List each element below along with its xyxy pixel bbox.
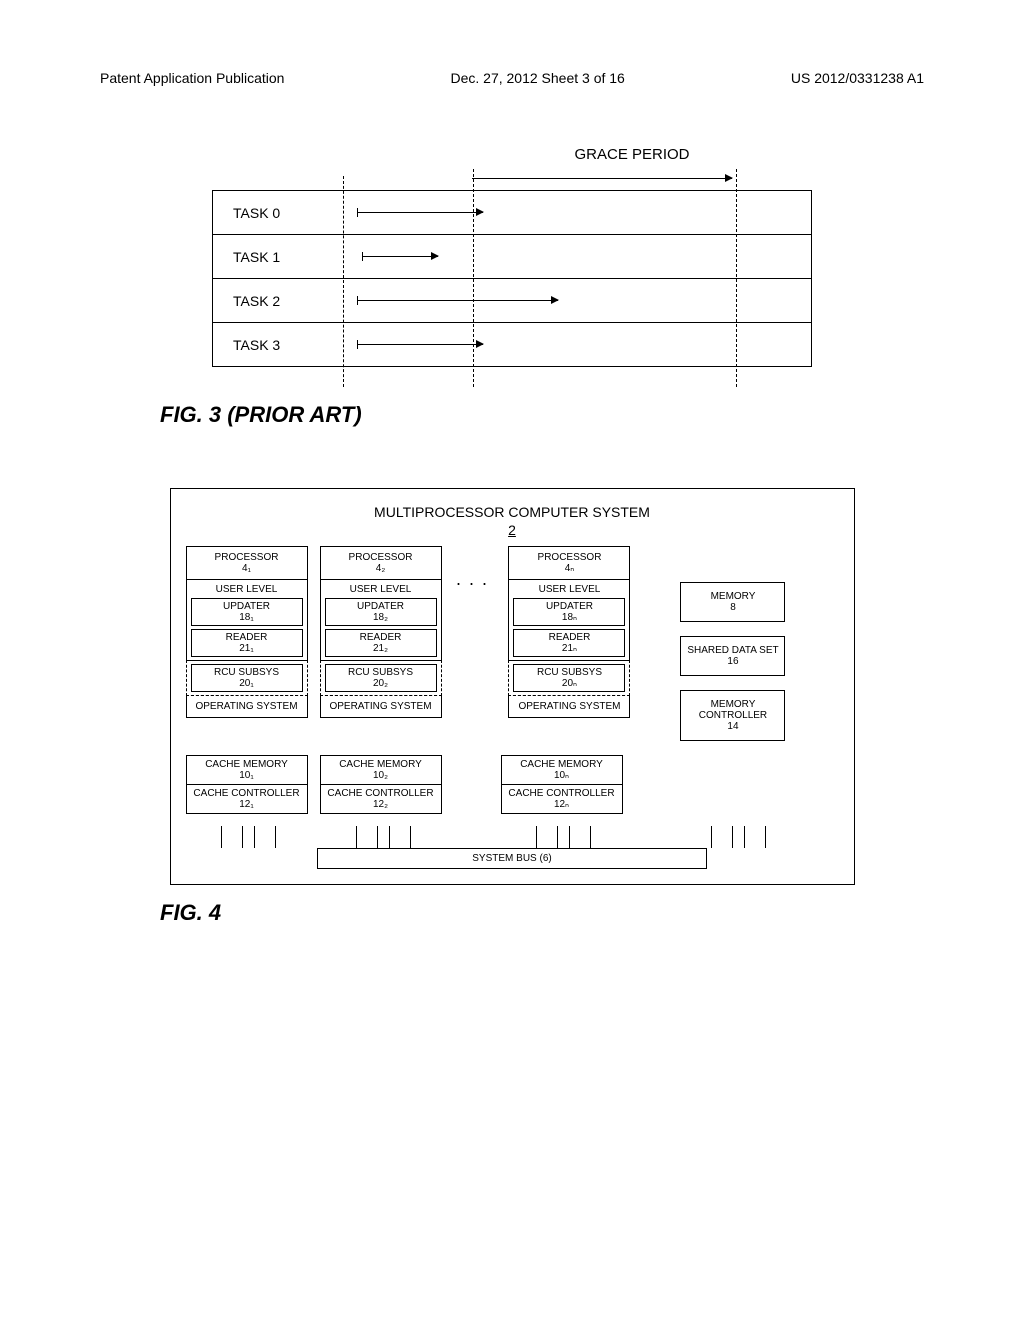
cache-col-n: CACHE MEMORY10ₙ CACHE CONTROLLER12ₙ <box>501 755 623 814</box>
header-right: US 2012/0331238 A1 <box>791 70 924 86</box>
task-row-1: TASK 1 <box>213 235 811 279</box>
header-center: Dec. 27, 2012 Sheet 3 of 16 <box>450 70 624 86</box>
system-bus: SYSTEM BUS (6) <box>317 848 707 869</box>
task-row-3: TASK 3 <box>213 323 811 367</box>
memory-col: MEMORY8 SHARED DATA SET16 MEMORY CONTROL… <box>680 582 785 741</box>
processor-col-n: PROCESSOR4ₙ USER LEVEL UPDATER18ₙ READER… <box>508 546 630 718</box>
grace-period-arrow <box>472 168 812 190</box>
processor-col-2: PROCESSOR4₂ USER LEVEL UPDATER18₂ READER… <box>320 546 442 718</box>
processor-col-1: PROCESSOR4₁ USER LEVEL UPDATER18₁ READER… <box>186 546 308 718</box>
fig4-caption: FIG. 4 <box>160 900 964 926</box>
task-label: TASK 1 <box>213 249 343 265</box>
timeline: TASK 0 TASK 1 TASK 2 TASK 3 <box>212 190 812 367</box>
system-num: 2 <box>186 522 839 538</box>
cache-col-2: CACHE MEMORY10₂ CACHE CONTROLLER12₂ <box>320 755 442 814</box>
system-title: MULTIPROCESSOR COMPUTER SYSTEM <box>186 504 839 520</box>
multiprocessor-system: MULTIPROCESSOR COMPUTER SYSTEM 2 PROCESS… <box>170 488 855 885</box>
task-row-2: TASK 2 <box>213 279 811 323</box>
task-label: TASK 0 <box>213 205 343 221</box>
fig4: MULTIPROCESSOR COMPUTER SYSTEM 2 PROCESS… <box>170 488 855 885</box>
fig3-caption: FIG. 3 (PRIOR ART) <box>160 402 964 428</box>
grace-period-label: GRACE PERIOD <box>452 146 812 163</box>
task-label: TASK 2 <box>213 293 343 309</box>
cache-col-1: CACHE MEMORY10₁ CACHE CONTROLLER12₁ <box>186 755 308 814</box>
ellipsis-icon: ··· <box>456 573 495 594</box>
system-bus-region: SYSTEM BUS (6) <box>186 826 839 874</box>
task-row-0: TASK 0 <box>213 191 811 235</box>
page-header: Patent Application Publication Dec. 27, … <box>60 70 964 86</box>
fig3: GRACE PERIOD TASK 0 TASK 1 TASK 2 TAS <box>212 146 812 367</box>
task-label: TASK 3 <box>213 337 343 353</box>
header-left: Patent Application Publication <box>100 70 284 86</box>
